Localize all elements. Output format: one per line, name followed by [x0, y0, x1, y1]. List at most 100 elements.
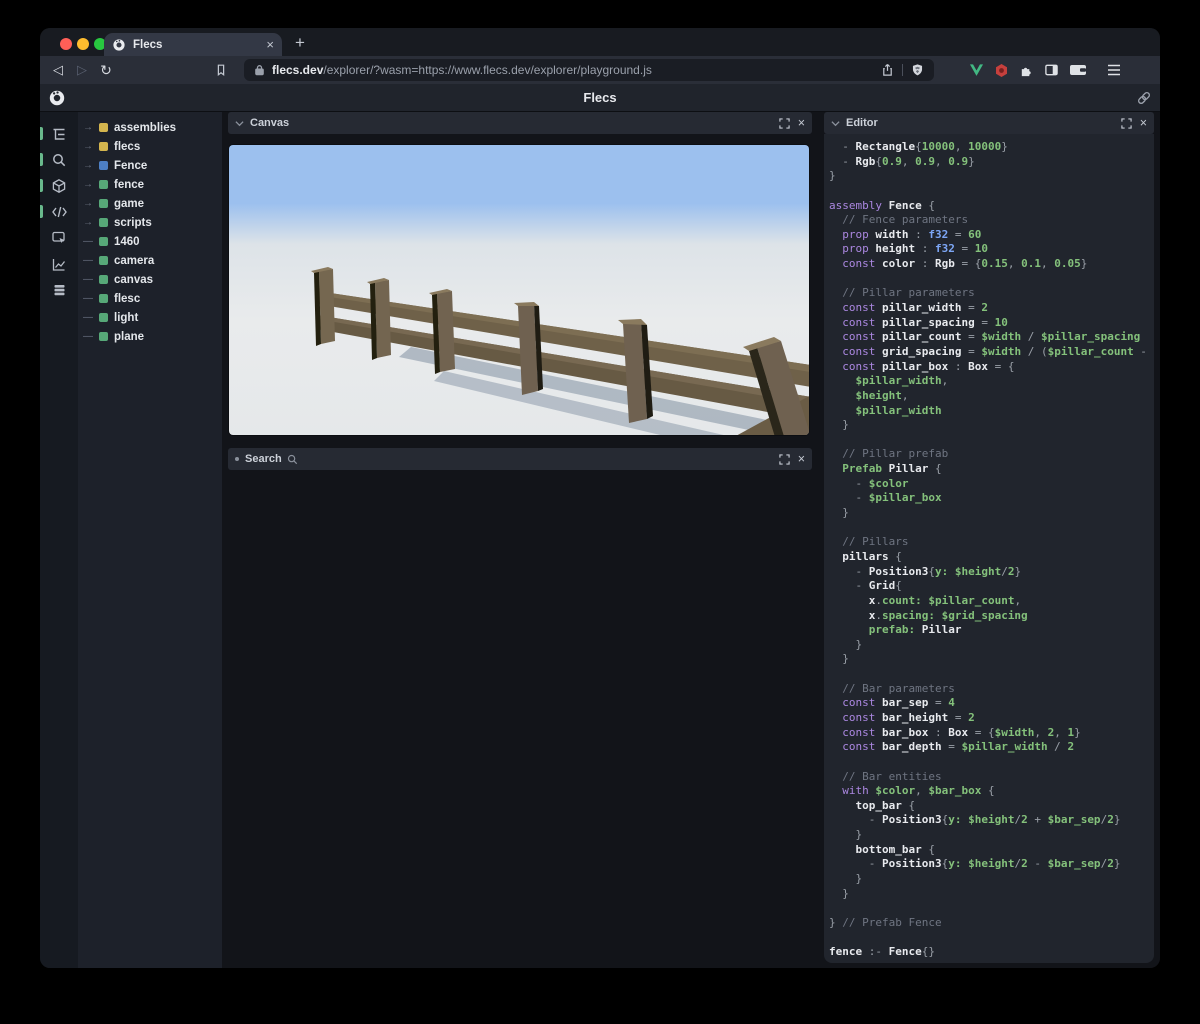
active-indicator [40, 153, 43, 166]
tree-item-1460[interactable]: — 1460 [78, 232, 222, 251]
new-tab-button[interactable]: + [288, 31, 312, 55]
entity-color-square [99, 180, 108, 189]
rail-button-code-icon[interactable] [40, 199, 78, 225]
close-window-button[interactable] [60, 38, 72, 50]
tab-close-icon[interactable]: × [266, 37, 274, 52]
hexagon-extension-icon[interactable] [993, 62, 1009, 78]
tree-item-assemblies[interactable]: → assemblies [78, 118, 222, 137]
close-panel-icon[interactable]: × [798, 452, 805, 466]
expand-icon[interactable] [779, 453, 790, 465]
browser-tab[interactable]: Flecs × [104, 33, 282, 56]
canvas-panel-header[interactable]: Canvas × [228, 112, 812, 134]
code-line: assembly Fence { [829, 198, 935, 212]
vue-devtools-icon[interactable] [968, 62, 984, 78]
rail-button-chart-icon[interactable] [40, 251, 78, 277]
chevron-down-icon[interactable] [831, 120, 840, 127]
code-line: with $color, $bar_box { [829, 784, 995, 798]
code-line: $height, [829, 388, 909, 402]
code-line: fence :- Fence{} [829, 945, 935, 959]
center-column: Canvas × Search × [222, 112, 818, 968]
share-icon[interactable] [881, 63, 894, 77]
link-icon[interactable] [1136, 90, 1152, 106]
tree-item-fence[interactable]: → fence [78, 175, 222, 194]
code-line: const color : Rgb = {0.15, 0.1, 0.05} [829, 257, 1088, 271]
leaf-dash-icon: — [83, 312, 93, 323]
browser-window: Flecs × + ◁ ▷ ↻ flecs.dev /explorer/?was… [40, 28, 1160, 968]
expand-icon[interactable] [1121, 117, 1132, 129]
tree-item-plane[interactable]: — plane [78, 327, 222, 346]
expand-icon[interactable] [779, 117, 790, 129]
reload-button[interactable]: ↻ [94, 62, 118, 79]
search-panel-header[interactable]: Search × [228, 448, 812, 470]
code-line: - $pillar_box [829, 491, 942, 505]
panel-dot-icon[interactable] [235, 457, 239, 461]
tree-item-flecs[interactable]: → flecs [78, 137, 222, 156]
rail-button-search-icon[interactable] [40, 147, 78, 173]
expand-arrow-icon[interactable]: → [83, 194, 99, 213]
leaf-dash-icon: — [83, 255, 93, 266]
code-line: top_bar { [829, 798, 916, 812]
expand-arrow-icon[interactable]: → [83, 156, 99, 175]
rail-button-canvas-window-icon[interactable] [40, 225, 78, 251]
bookmark-icon[interactable] [214, 63, 238, 77]
editor-panel-header[interactable]: Editor × [824, 112, 1154, 134]
tree-item-label: Fence [114, 159, 148, 172]
sidebar-toggle-icon[interactable] [1043, 62, 1059, 78]
code-line: const grid_spacing = $width / ($pillar_c… [829, 344, 1154, 358]
tree-item-Fence[interactable]: → Fence [78, 156, 222, 175]
chevron-down-icon[interactable] [235, 120, 244, 127]
lock-icon [254, 64, 265, 76]
rail-button-tree-icon[interactable] [40, 121, 78, 147]
tree-item-light[interactable]: — light [78, 308, 222, 327]
expand-arrow-icon[interactable]: → [83, 118, 99, 137]
wallet-icon[interactable] [1068, 62, 1088, 78]
code-line: const bar_sep = 4 [829, 696, 955, 710]
code-line: bottom_bar { [829, 842, 935, 856]
active-indicator [40, 127, 43, 140]
right-column: Editor × - Rectangle{10000, 10000} - Rgb… [818, 112, 1160, 968]
entity-color-square [99, 161, 108, 170]
rail-button-cube-icon[interactable] [40, 173, 78, 199]
tree-item-label: flesc [114, 292, 141, 305]
tree-item-game[interactable]: → game [78, 194, 222, 213]
tree-item-canvas[interactable]: — canvas [78, 270, 222, 289]
code-area[interactable]: - Rectangle{10000, 10000} - Rgb{0.9, 0.9… [829, 140, 1154, 960]
flecs-favicon-icon [112, 38, 126, 52]
editor-body[interactable]: - Rectangle{10000, 10000} - Rgb{0.9, 0.9… [824, 134, 1154, 963]
extensions-puzzle-icon[interactable] [1018, 62, 1034, 78]
minimize-window-button[interactable] [77, 38, 89, 50]
expand-arrow-icon[interactable]: → [83, 175, 99, 194]
entity-color-square [99, 237, 108, 246]
entity-tree-panel: → assemblies → flecs → Fence → fence → game → scrip… [78, 112, 222, 968]
code-line: } [829, 506, 849, 520]
entity-color-square [99, 313, 108, 322]
tree-item-camera[interactable]: — camera [78, 251, 222, 270]
tree-item-flesc[interactable]: — flesc [78, 289, 222, 308]
expand-arrow-icon[interactable]: → [83, 137, 99, 156]
brave-shield-icon[interactable] [911, 63, 924, 77]
back-button[interactable]: ◁ [46, 62, 70, 78]
forward-button[interactable]: ▷ [70, 62, 94, 78]
url-bar[interactable]: flecs.dev /explorer/?wasm=https://www.fl… [244, 59, 934, 81]
expand-arrow-icon[interactable]: → [83, 213, 99, 232]
canvas-3d-view[interactable] [228, 144, 810, 436]
rail-button-rows-icon[interactable] [40, 277, 78, 303]
code-line: x.count: $pillar_count, [829, 593, 1022, 607]
code-line: - $color [829, 476, 909, 490]
tree-item-label: game [114, 197, 145, 210]
tree-item-scripts[interactable]: → scripts [78, 213, 222, 232]
code-line: } [829, 169, 836, 183]
search-icon [287, 454, 298, 465]
close-panel-icon[interactable]: × [798, 116, 805, 130]
icon-rail [40, 112, 78, 968]
code-line: - Rgb{0.9, 0.9, 0.9} [829, 154, 975, 168]
tree-item-label: canvas [114, 273, 154, 286]
code-line: } [829, 652, 849, 666]
active-indicator [40, 205, 43, 218]
close-panel-icon[interactable]: × [1140, 116, 1147, 130]
tab-title: Flecs [133, 38, 163, 51]
code-line: const bar_depth = $pillar_width / 2 [829, 740, 1075, 754]
code-line: $pillar_width, [829, 374, 949, 388]
menu-icon[interactable] [1106, 62, 1122, 78]
